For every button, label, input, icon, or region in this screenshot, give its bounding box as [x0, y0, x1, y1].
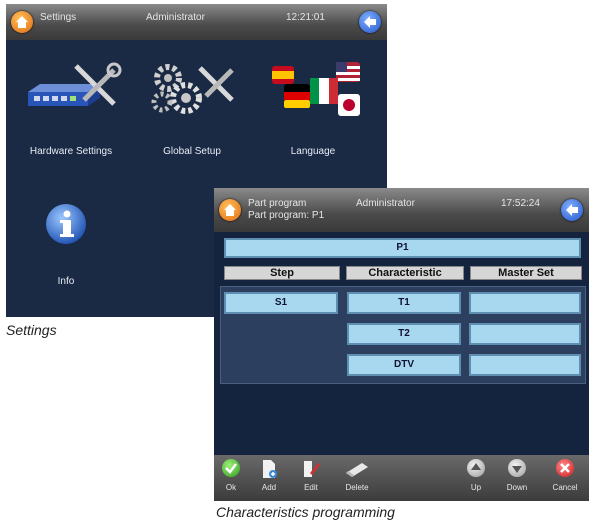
tile-language-label: Language	[290, 146, 336, 157]
part-program-screen: Part program Part program: P1 Administra…	[214, 188, 589, 501]
home-button[interactable]	[219, 199, 241, 221]
tile-global-setup-label: Global Setup	[163, 146, 221, 157]
global-setup-icon	[151, 64, 234, 114]
characteristic-cell-3[interactable]: DTV	[347, 354, 461, 376]
part-program-title: Part program	[248, 198, 307, 209]
down-button[interactable]: Down	[500, 459, 534, 492]
cancel-button-label: Cancel	[552, 483, 578, 492]
home-icon	[16, 16, 28, 28]
tile-info-label: Info	[57, 276, 75, 287]
down-button-label: Down	[506, 483, 528, 492]
part-program-caption: Characteristics programming	[216, 504, 395, 520]
tile-global-setup[interactable]: Global Setup	[142, 60, 242, 160]
edit-button-label: Edit	[304, 483, 318, 492]
part-program-time: 17:52:24	[501, 198, 540, 209]
characteristic-cell-2[interactable]: T2	[347, 323, 461, 345]
delete-button-label: Delete	[345, 483, 369, 492]
column-header-step: Step	[224, 266, 340, 280]
ok-button[interactable]: Ok	[214, 459, 248, 492]
cancel-button[interactable]: Cancel	[548, 459, 582, 492]
ok-check-icon	[222, 459, 240, 477]
language-flags-icon	[272, 62, 360, 116]
edit-button[interactable]: Edit	[294, 459, 328, 492]
settings-time: 12:21:01	[286, 12, 325, 23]
master-set-cell-1[interactable]	[469, 292, 581, 314]
back-arrow-icon	[566, 204, 578, 216]
settings-user: Administrator	[146, 12, 205, 23]
down-arrow-icon	[508, 459, 526, 477]
up-button[interactable]: Up	[459, 459, 493, 492]
home-button[interactable]	[11, 11, 33, 33]
part-program-topbar: Part program Part program: P1 Administra…	[214, 188, 589, 232]
up-button-label: Up	[470, 483, 482, 492]
part-program-subtitle: Part program: P1	[248, 210, 325, 221]
column-header-characteristic: Characteristic	[346, 266, 464, 280]
delete-eraser-icon	[342, 459, 372, 477]
settings-caption: Settings	[6, 322, 57, 338]
add-button-label: Add	[261, 483, 277, 492]
part-program-user: Administrator	[356, 198, 415, 209]
back-button[interactable]	[561, 199, 583, 221]
edit-pencil-icon	[302, 459, 320, 477]
hardware-settings-icon	[28, 62, 122, 106]
tile-info[interactable]: Info	[16, 200, 116, 300]
delete-button[interactable]: Delete	[336, 459, 378, 492]
tile-hardware-settings-label: Hardware Settings	[29, 146, 113, 157]
settings-title: Settings	[40, 12, 77, 23]
ok-button-label: Ok	[225, 483, 237, 492]
add-button[interactable]: Add	[252, 459, 286, 492]
master-set-cell-2[interactable]	[469, 323, 581, 345]
characteristic-cell-1[interactable]: T1	[347, 292, 461, 314]
cancel-x-icon	[556, 459, 574, 477]
master-set-cell-3[interactable]	[469, 354, 581, 376]
home-icon	[224, 204, 236, 216]
tile-language[interactable]: Language	[258, 60, 368, 160]
tile-hardware-settings[interactable]: Hardware Settings	[16, 60, 126, 160]
add-document-icon	[260, 459, 278, 478]
bottom-toolbar: Ok Add Edit Delete Up Down Cancel	[214, 455, 589, 501]
up-arrow-icon	[467, 459, 485, 477]
back-button[interactable]	[359, 11, 381, 33]
step-cell-1[interactable]: S1	[224, 292, 338, 314]
info-icon	[46, 204, 86, 244]
back-arrow-icon	[364, 16, 376, 28]
column-header-master-set: Master Set	[470, 266, 582, 280]
program-name-field[interactable]: P1	[224, 238, 581, 258]
settings-topbar: Settings Administrator 12:21:01	[6, 4, 387, 40]
